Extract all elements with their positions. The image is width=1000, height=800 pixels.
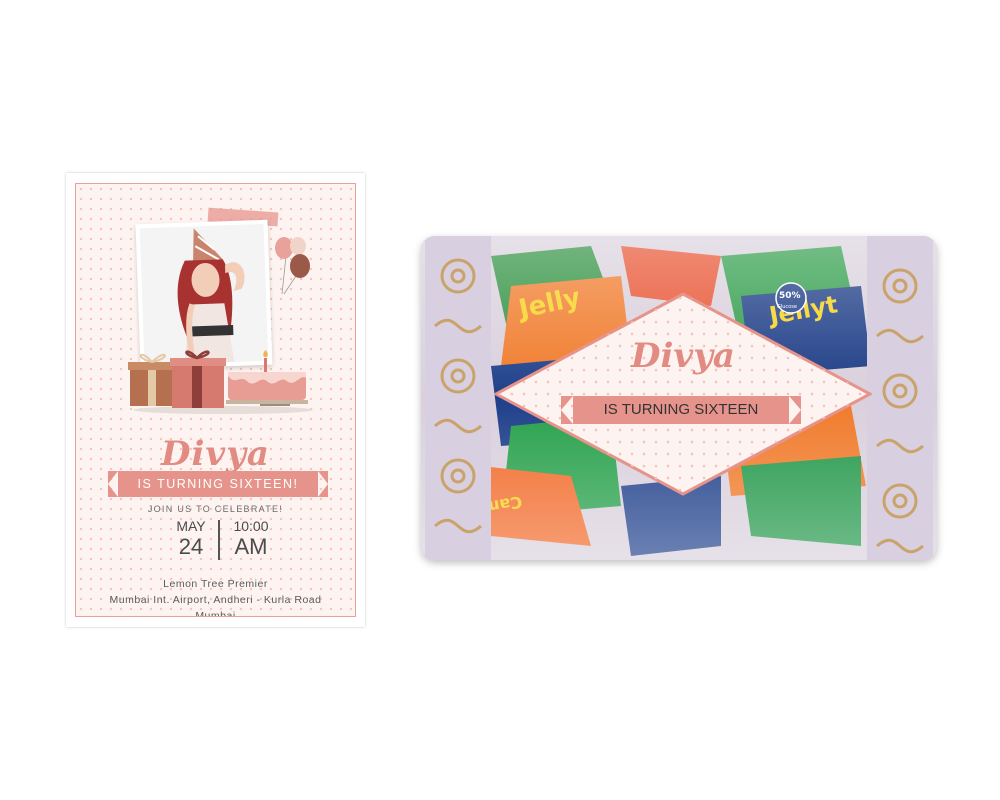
invitation-ampm: AM [234, 534, 268, 559]
date-time-divider [218, 520, 220, 560]
venue-line-3: Mumbai [195, 610, 236, 617]
gold-floral-pattern [434, 258, 482, 534]
pack-name: Divya [631, 336, 735, 376]
pack-left-ornament-band [425, 236, 491, 560]
venue-line-1: Lemon Tree Premier [163, 578, 268, 590]
invitation-name: Divya [161, 434, 270, 474]
invitation-card: Divya IS TURNING SIXTEEN! JOIN US TO CEL… [66, 173, 365, 627]
venue-line-2: Mumbai Int. Airport, Andheri - Kurla Roa… [109, 594, 322, 606]
diamond-label-shape [494, 292, 872, 496]
invitation-day: 24 [178, 534, 204, 559]
gold-floral-pattern [876, 268, 924, 554]
invitation-month: MAY [176, 518, 206, 534]
gifts-and-cake-illustration [128, 350, 313, 414]
invitation-ribbon: IS TURNING SIXTEEN! [108, 471, 328, 497]
balloons-illustration [275, 237, 310, 295]
pack-right-ornament-band [867, 236, 933, 560]
pack-ribbon: IS TURNING SIXTEEN [561, 396, 801, 424]
invitation-date-time: MAY 24 10:00 AM [76, 518, 355, 562]
invitation-inner-border: Divya IS TURNING SIXTEEN! JOIN US TO CEL… [75, 183, 356, 617]
pack-diamond-label [494, 292, 872, 496]
invitation-date: MAY 24 [170, 518, 212, 560]
invitation-join-text: JOIN US TO CELEBRATE! [147, 504, 284, 514]
invitation-venue: Lemon Tree Premier Mumbai Int. Airport, … [76, 576, 355, 617]
invitation-time: 10:00 AM [226, 518, 276, 560]
invitation-time-value: 10:00 [233, 518, 269, 534]
